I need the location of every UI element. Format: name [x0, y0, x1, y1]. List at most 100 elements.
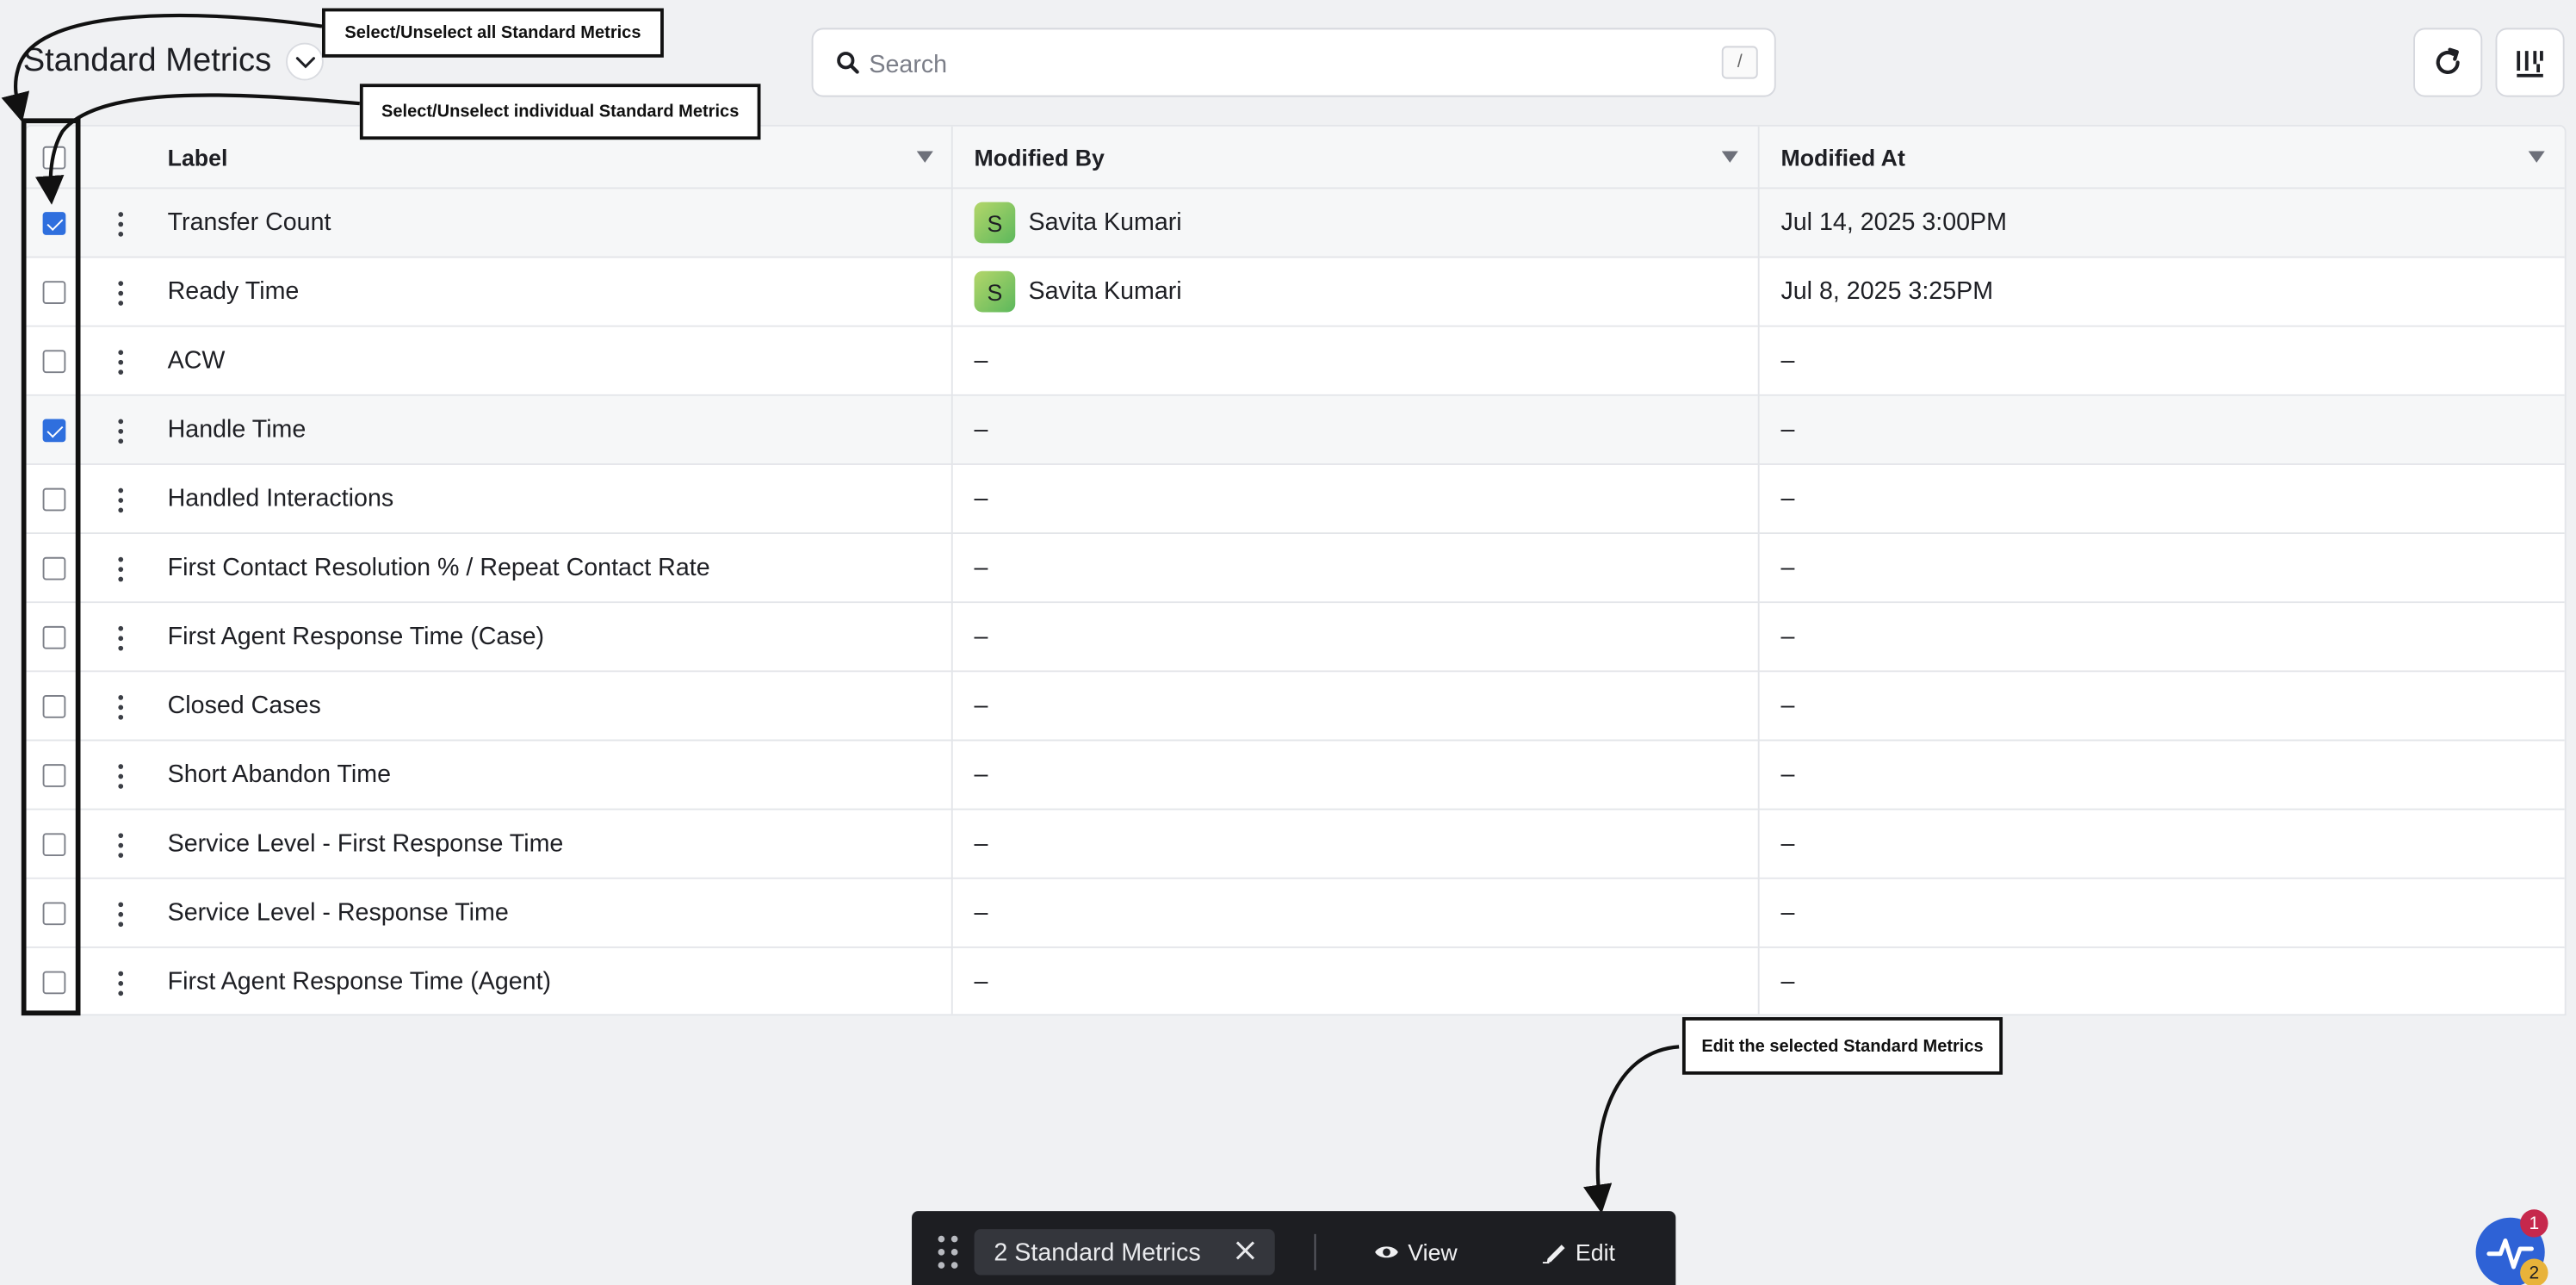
view-label: View: [1408, 1238, 1458, 1266]
row-actions-kebab-icon[interactable]: [116, 350, 123, 376]
annotation-select-individual: Select/Unselect individual Standard Metr…: [359, 84, 761, 140]
table-row[interactable]: ACW – –: [26, 326, 2565, 396]
row-modified-at: –: [1780, 829, 1795, 858]
row-modified-at: –: [1780, 346, 1795, 376]
row-actions-kebab-icon[interactable]: [116, 625, 123, 653]
row-modified-by: –: [974, 623, 988, 651]
avatar: S: [974, 202, 1016, 244]
sort-arrow-icon[interactable]: [916, 151, 933, 163]
search-shortcut-key: /: [1721, 46, 1758, 79]
row-modified-by: –: [974, 415, 988, 444]
notification-badge: 2: [2520, 1258, 2548, 1285]
row-modified-at: –: [1780, 415, 1795, 444]
table-row[interactable]: Short Abandon Time – –: [26, 741, 2565, 810]
sort-arrow-icon[interactable]: [2528, 151, 2545, 163]
column-header-modified-at[interactable]: Modified At: [1780, 127, 1904, 189]
row-actions-kebab-icon[interactable]: [116, 971, 123, 998]
row-modified-at: –: [1780, 760, 1795, 789]
bar-divider: [1314, 1233, 1316, 1270]
row-modified-by: –: [974, 898, 988, 928]
column-header-modified-by[interactable]: Modified By: [975, 127, 1105, 189]
notification-badge: 1: [2520, 1209, 2548, 1238]
table-row[interactable]: Transfer Count S Savita Kumari Jul 14, 2025…: [26, 189, 2565, 258]
pencil-icon: [1542, 1245, 1565, 1264]
row-modified-at: –: [1780, 692, 1795, 720]
sort-arrow-icon[interactable]: [1721, 151, 1738, 163]
search-box[interactable]: [811, 28, 1776, 97]
row-actions-kebab-icon[interactable]: [116, 487, 123, 515]
table-row[interactable]: First Agent Response Time (Case) – –: [26, 603, 2565, 673]
row-modified-by: –: [974, 553, 988, 582]
row-modified-by: –: [974, 967, 988, 996]
row-label[interactable]: First Contact Resolution % / Repeat Cont…: [168, 554, 710, 581]
row-modified-at: –: [1780, 553, 1795, 582]
selection-count-label: 2 Standard Metrics: [994, 1238, 1201, 1267]
edit-label: Edit: [1575, 1238, 1615, 1266]
row-label[interactable]: Service Level - First Response Time: [168, 830, 564, 858]
row-modified-at: –: [1780, 484, 1795, 513]
metrics-table: Label Modified By Modified At Transfer C…: [24, 125, 2567, 1016]
column-header-label[interactable]: Label: [168, 127, 228, 189]
row-actions-kebab-icon[interactable]: [116, 212, 123, 239]
row-label[interactable]: First Agent Response Time (Case): [168, 623, 544, 650]
table-row[interactable]: Handle Time – –: [26, 395, 2565, 465]
row-actions-kebab-icon[interactable]: [116, 695, 123, 722]
avatar: S: [974, 270, 1016, 313]
table-row[interactable]: Service Level - Response Time – –: [26, 878, 2565, 948]
page-title: Standard Metrics: [22, 42, 272, 79]
selection-chip: 2 Standard Metrics: [974, 1229, 1275, 1276]
view-button[interactable]: View: [1373, 1229, 1458, 1275]
table-row[interactable]: Closed Cases – –: [26, 672, 2565, 742]
checkbox-column-highlight: [21, 118, 81, 1016]
row-modified-at: –: [1780, 967, 1795, 996]
column-divider: [1757, 126, 1760, 1015]
row-modified-by: –: [974, 484, 988, 513]
row-modified-at: Jul 14, 2025 3:00PM: [1780, 208, 2007, 237]
refresh-button[interactable]: [2413, 28, 2483, 97]
row-label[interactable]: ACW: [168, 347, 226, 375]
row-modified-by: –: [974, 829, 988, 858]
table-row[interactable]: Service Level - First Response Time – –: [26, 810, 2565, 879]
row-label[interactable]: Transfer Count: [168, 208, 331, 236]
row-actions-kebab-icon[interactable]: [116, 281, 123, 307]
row-label[interactable]: Handled Interactions: [168, 485, 394, 512]
row-modified-by: Savita Kumari: [1028, 208, 1182, 237]
eye-icon: [1375, 1246, 1398, 1258]
row-actions-kebab-icon[interactable]: [116, 833, 123, 860]
row-actions-kebab-icon[interactable]: [116, 556, 123, 584]
bulk-action-bar: 2 Standard Metrics View Edit: [912, 1211, 1676, 1285]
row-modified-at: –: [1780, 623, 1795, 651]
annotation-select-all: Select/Unselect all Standard Metrics: [321, 8, 664, 58]
row-actions-kebab-icon[interactable]: [116, 419, 123, 446]
table-row[interactable]: First Contact Resolution % / Repeat Cont…: [26, 534, 2565, 604]
row-label[interactable]: Service Level - Response Time: [168, 899, 509, 927]
row-label[interactable]: Ready Time: [168, 277, 300, 305]
row-modified-by: –: [974, 760, 988, 789]
title-dropdown-button[interactable]: [286, 42, 324, 81]
row-modified-at: Jul 8, 2025 3:25PM: [1780, 277, 1994, 306]
annotation-edit-selected: Edit the selected Standard Metrics: [1681, 1017, 2003, 1075]
column-settings-button[interactable]: [2495, 28, 2565, 97]
row-label[interactable]: First Agent Response Time (Agent): [168, 968, 551, 996]
edit-button[interactable]: Edit: [1542, 1229, 1615, 1275]
row-actions-kebab-icon[interactable]: [116, 902, 123, 928]
table-row[interactable]: Handled Interactions – –: [26, 464, 2565, 535]
refresh-icon: [2436, 47, 2460, 74]
row-modified-at: –: [1780, 898, 1795, 928]
column-divider: [951, 126, 953, 1015]
columns-icon: [2517, 51, 2543, 78]
row-modified-by: –: [974, 346, 988, 376]
drag-handle-icon[interactable]: [938, 1235, 962, 1272]
table-row[interactable]: Ready Time S Savita Kumari Jul 8, 2025 3:25…: [26, 258, 2565, 327]
chevron-down-icon: [294, 56, 315, 68]
row-label[interactable]: Handle Time: [168, 416, 307, 444]
row-modified-by: –: [974, 692, 988, 720]
row-label[interactable]: Short Abandon Time: [168, 760, 391, 788]
row-modified-by: Savita Kumari: [1028, 277, 1182, 306]
row-label[interactable]: Closed Cases: [168, 692, 321, 719]
row-actions-kebab-icon[interactable]: [116, 764, 123, 791]
search-input[interactable]: [869, 46, 1691, 83]
search-icon: [837, 52, 859, 74]
clear-selection-close-icon[interactable]: [1234, 1239, 1257, 1263]
table-row[interactable]: First Agent Response Time (Agent) – –: [26, 947, 2565, 1015]
